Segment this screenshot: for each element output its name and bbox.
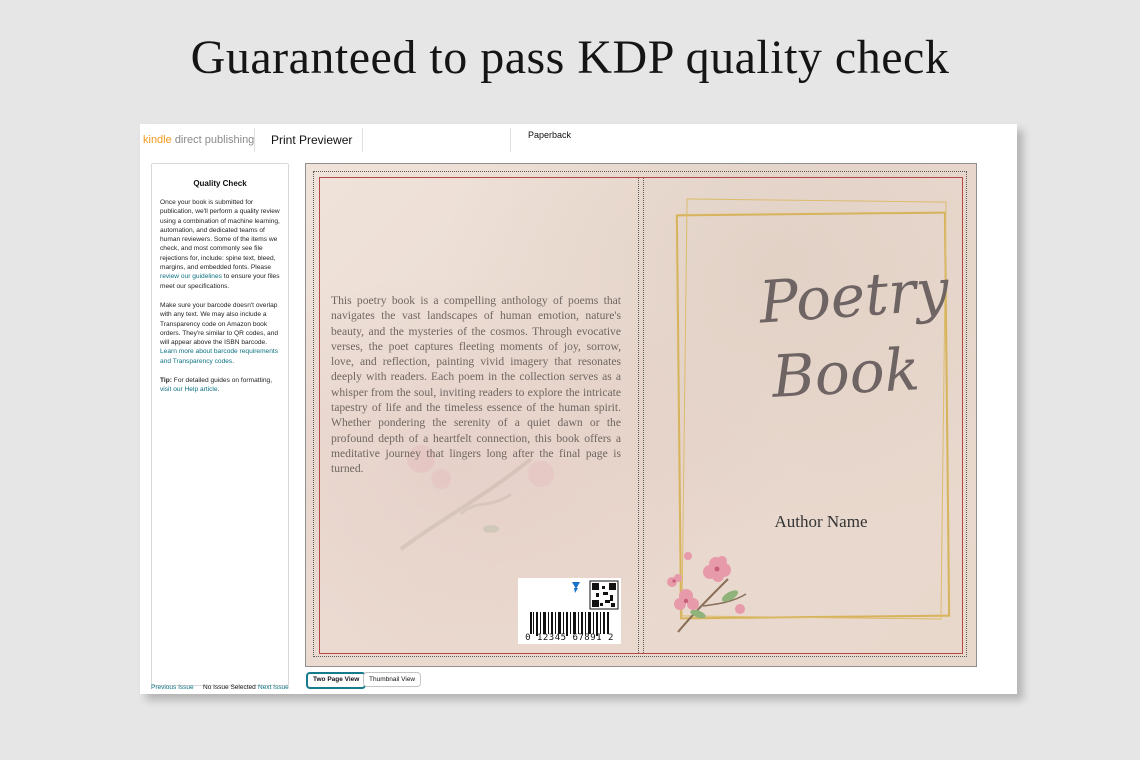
tab-print-previewer[interactable]: Print Previewer bbox=[271, 133, 352, 147]
review-guidelines-link[interactable]: review our guidelines bbox=[160, 273, 222, 280]
barcode-requirements-link[interactable]: Learn more about barcode requirements an… bbox=[160, 348, 278, 364]
next-issue-link[interactable]: Next Issue bbox=[258, 684, 289, 691]
paragraph-barcode: Make sure your barcode doesn't overlap w… bbox=[160, 301, 280, 366]
p2-tail: . bbox=[232, 357, 235, 365]
p1-text: Once your book is submitted for publicat… bbox=[160, 199, 280, 272]
barcode-area: 0 12345 67891 2 bbox=[518, 578, 621, 644]
paragraph-quality-review: Once your book is submitted for publicat… bbox=[160, 198, 280, 291]
divider bbox=[510, 128, 511, 152]
tip-label: Tip: bbox=[160, 377, 172, 385]
cover-title-line-2: Book bbox=[770, 335, 922, 411]
back-cover-blurb: This poetry book is a compelling antholo… bbox=[331, 294, 621, 476]
two-page-view-button[interactable]: Two Page View bbox=[306, 672, 367, 689]
kdp-previewer-window: kindle direct publishing Print Previewer… bbox=[140, 124, 1017, 694]
quality-check-title: Quality Check bbox=[193, 179, 247, 188]
thumbnail-view-button[interactable]: Thumbnail View bbox=[363, 672, 422, 687]
tip-text: For detailed guides on formatting, bbox=[171, 377, 273, 385]
qr-code bbox=[589, 580, 619, 610]
spine-guide-left bbox=[638, 178, 639, 653]
help-article-link[interactable]: visit our Help article bbox=[160, 386, 218, 393]
tab-paperback[interactable]: Paperback bbox=[528, 130, 571, 140]
previous-issue-link[interactable]: Previous Issue bbox=[151, 684, 194, 691]
p2-text: Make sure your barcode doesn't overlap w… bbox=[160, 301, 279, 347]
cover-preview: This poetry book is a compelling antholo… bbox=[305, 163, 977, 667]
quality-check-body: Once your book is submitted for publicat… bbox=[152, 198, 288, 395]
cherry-blossom-illustration bbox=[667, 552, 747, 633]
issue-status: No Issue Selected bbox=[203, 684, 256, 691]
brand-rest: direct publishing bbox=[174, 134, 255, 146]
divider bbox=[362, 128, 363, 152]
spine-guide-right bbox=[643, 178, 644, 653]
divider bbox=[254, 128, 255, 152]
cover-title-line-1: Poetry bbox=[756, 255, 951, 337]
tip-tail: . bbox=[217, 386, 220, 394]
paragraph-tip: Tip: For detailed guides on formatting, … bbox=[160, 376, 280, 395]
cover-author-name: Author Name bbox=[774, 512, 868, 531]
kdp-logo[interactable]: kindle direct publishing bbox=[143, 134, 254, 146]
top-bar: kindle direct publishing Print Previewer… bbox=[140, 124, 1017, 156]
headline: Guaranteed to pass KDP quality check bbox=[190, 31, 950, 84]
quality-check-panel: Quality Check Once your book is submitte… bbox=[151, 163, 289, 686]
brand-kindle: kindle bbox=[143, 134, 172, 146]
barcode-digits: 0 12345 67891 2 bbox=[525, 633, 614, 643]
